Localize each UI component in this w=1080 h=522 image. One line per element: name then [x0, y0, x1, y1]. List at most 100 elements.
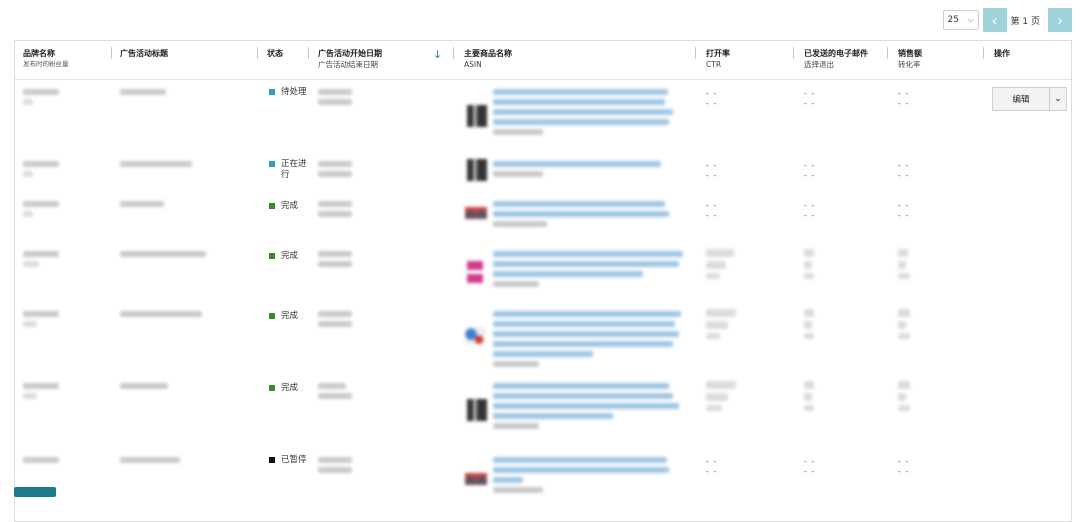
column-divider — [983, 47, 984, 59]
status-cell: 正在进行 — [269, 159, 309, 181]
status-square-icon — [269, 313, 275, 319]
campaign-title-blurred — [120, 201, 180, 211]
status-cell: 待处理 — [269, 87, 309, 98]
pagination: 25 ⌵ ‹ 第 1 页 › — [942, 8, 1072, 32]
brand-name-blurred — [23, 251, 67, 271]
column-divider — [793, 47, 794, 59]
edit-dropdown-toggle[interactable]: ⌄ — [1050, 87, 1067, 111]
open-rate-blurred — [706, 249, 746, 283]
date-range-blurred — [318, 89, 358, 109]
column-divider — [257, 47, 258, 59]
open-rate-value: - -- - — [706, 161, 718, 180]
header-brand[interactable]: 品牌名称 发布时的粉丝量 — [23, 48, 69, 70]
status-text: 完成 — [281, 383, 299, 393]
header-open-rate[interactable]: 打开率 CTR — [706, 48, 730, 70]
status-cell: 已暂停 — [269, 455, 309, 466]
emails-value: - -- - — [804, 89, 816, 108]
product-name-blurred[interactable] — [493, 251, 693, 291]
product-name-blurred[interactable] — [493, 201, 683, 231]
header-sales-label: 销售额 — [898, 49, 922, 58]
sales-blurred — [898, 249, 918, 283]
product-name-blurred[interactable] — [493, 311, 693, 371]
emails-blurred — [804, 381, 824, 415]
product-thumbnail[interactable] — [467, 159, 487, 181]
emails-value: - -- - — [804, 201, 816, 220]
chevron-right-icon: › — [1056, 10, 1064, 30]
header-product-label: 主要商品名称 — [464, 49, 512, 58]
column-divider — [695, 47, 696, 59]
sales-value: - -- - — [898, 457, 910, 476]
header-emails[interactable]: 已发送的电子邮件 选择退出 — [804, 48, 868, 70]
open-rate-blurred — [706, 309, 746, 343]
header-brand-label: 品牌名称 — [23, 49, 55, 58]
sales-blurred — [898, 381, 918, 415]
date-range-blurred — [318, 251, 358, 271]
header-email-label: 已发送的电子邮件 — [804, 49, 868, 58]
status-cell: 完成 — [269, 201, 309, 212]
date-range-blurred — [318, 201, 358, 221]
header-product[interactable]: 主要商品名称 ASIN — [464, 48, 512, 70]
edit-split-button: 编辑 ⌄ — [992, 87, 1067, 111]
column-divider — [887, 47, 888, 59]
status-cell: 完成 — [269, 311, 309, 322]
status-square-icon — [269, 385, 275, 391]
emails-value: - -- - — [804, 161, 816, 180]
product-thumbnail[interactable] — [465, 327, 485, 345]
status-text: 正在进行 — [281, 159, 307, 180]
product-thumbnail[interactable] — [465, 207, 487, 219]
sales-value: - -- - — [898, 161, 910, 180]
header-status[interactable]: 状态 — [267, 48, 283, 59]
status-cell: 完成 — [269, 251, 309, 262]
header-brand-sub: 发布时的粉丝量 — [23, 60, 69, 68]
product-thumbnail[interactable] — [465, 473, 487, 485]
brand-name-blurred — [23, 161, 67, 181]
header-action: 操作 — [994, 48, 1010, 59]
header-action-label: 操作 — [994, 49, 1010, 58]
brand-name-blurred — [23, 383, 67, 403]
product-name-blurred[interactable] — [493, 89, 683, 139]
campaign-title-blurred — [120, 89, 180, 99]
date-range-blurred — [318, 161, 358, 181]
next-page-button[interactable]: › — [1048, 8, 1072, 32]
bottom-action-button[interactable] — [14, 487, 56, 497]
status-text: 完成 — [281, 311, 299, 321]
prev-page-button[interactable]: ‹ — [982, 8, 1007, 32]
header-title[interactable]: 广告活动标题 — [120, 48, 168, 59]
per-page-select[interactable]: 25 ⌵ — [942, 10, 979, 30]
campaign-table: 品牌名称 发布时的粉丝量 广告活动标题 状态 广告活动开始日期 广告活动结束日期… — [14, 40, 1072, 522]
sales-value: - -- - — [898, 89, 910, 108]
header-title-label: 广告活动标题 — [120, 49, 168, 58]
product-name-blurred[interactable] — [493, 161, 683, 181]
open-rate-blurred — [706, 381, 746, 415]
campaign-title-blurred — [120, 311, 210, 321]
header-status-label: 状态 — [267, 49, 283, 58]
column-divider — [111, 47, 112, 59]
open-rate-value: - -- - — [706, 457, 718, 476]
product-thumbnail[interactable] — [467, 399, 487, 421]
header-start-label: 广告活动开始日期 — [318, 49, 382, 58]
status-square-icon — [269, 203, 275, 209]
header-optout-label: 选择退出 — [804, 60, 834, 69]
header-start-date[interactable]: 广告活动开始日期 广告活动结束日期 — [318, 48, 382, 70]
date-range-blurred — [318, 383, 358, 403]
date-range-blurred — [318, 457, 358, 477]
product-thumbnail[interactable] — [467, 261, 483, 283]
sort-down-arrow-icon[interactable]: ↓ — [433, 48, 442, 61]
header-end-label: 广告活动结束日期 — [318, 60, 378, 69]
status-text: 已暂停 — [281, 455, 307, 465]
product-name-blurred[interactable] — [493, 383, 693, 433]
status-square-icon — [269, 161, 275, 167]
open-rate-value: - -- - — [706, 201, 718, 220]
product-thumbnail[interactable] — [467, 105, 487, 127]
campaign-title-blurred — [120, 251, 210, 261]
campaign-title-blurred — [120, 457, 190, 467]
page-label: 第 1 页 — [1010, 16, 1040, 27]
emails-blurred — [804, 249, 824, 283]
header-sales[interactable]: 销售额 转化率 — [898, 48, 922, 70]
product-name-blurred[interactable] — [493, 457, 693, 497]
status-text: 待处理 — [281, 87, 307, 97]
status-square-icon — [269, 89, 275, 95]
status-square-icon — [269, 457, 275, 463]
per-page-value: 25 — [947, 15, 959, 25]
edit-button[interactable]: 编辑 — [992, 87, 1050, 111]
